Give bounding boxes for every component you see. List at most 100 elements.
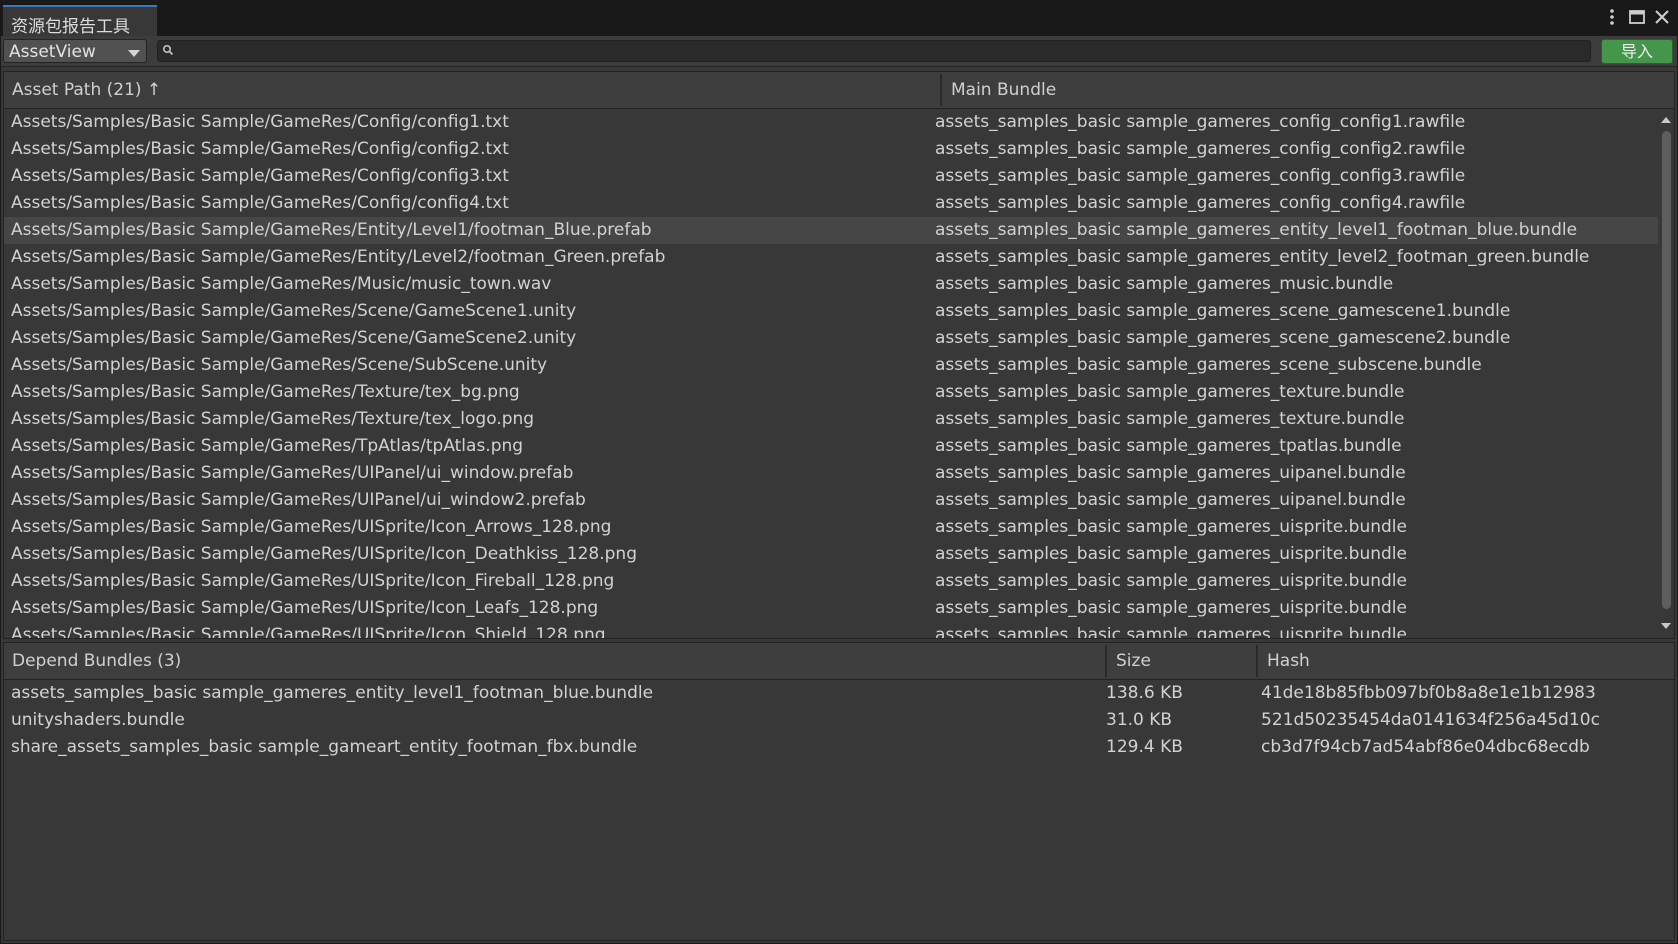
import-button[interactable]: 导入 (1601, 39, 1673, 64)
asset-path-cell: Assets/Samples/Basic Sample/GameRes/Conf… (11, 112, 509, 132)
toolbar: AssetView 导入 (1, 36, 1677, 67)
asset-path-cell: Assets/Samples/Basic Sample/GameRes/Conf… (11, 166, 509, 186)
depend-bundle-cell: unityshaders.bundle (11, 710, 185, 730)
table-row[interactable]: Assets/Samples/Basic Sample/GameRes/Conf… (4, 136, 1658, 163)
table-row[interactable]: Assets/Samples/Basic Sample/GameRes/Conf… (4, 109, 1658, 136)
asset-path-cell: Assets/Samples/Basic Sample/GameRes/Conf… (11, 193, 509, 213)
column-resize-handle[interactable] (940, 74, 942, 106)
size-cell: 31.0 KB (1106, 710, 1173, 730)
window-tab-title: 资源包报告工具 (11, 17, 130, 37)
table-row[interactable]: Assets/Samples/Basic Sample/GameRes/Musi… (4, 271, 1658, 298)
table-row[interactable]: Assets/Samples/Basic Sample/GameRes/UISp… (4, 541, 1658, 568)
main-bundle-cell: assets_samples_basic sample_gameres_conf… (935, 139, 1466, 159)
column-size[interactable]: Size (1108, 643, 1256, 679)
asset-path-cell: Assets/Samples/Basic Sample/GameRes/Scen… (11, 328, 577, 348)
tab-bar: 资源包报告工具 (1, 1, 1677, 37)
main-bundle-cell: assets_samples_basic sample_gameres_uisp… (935, 544, 1407, 564)
main-bundle-cell: assets_samples_basic sample_gameres_enti… (935, 220, 1578, 240)
table-row[interactable]: Assets/Samples/Basic Sample/GameRes/UISp… (4, 595, 1658, 622)
table-row[interactable]: assets_samples_basic sample_gameres_enti… (4, 680, 1674, 707)
search-field[interactable] (157, 40, 1591, 63)
asset-path-cell: Assets/Samples/Basic Sample/GameRes/Conf… (11, 139, 509, 159)
asset-path-cell: Assets/Samples/Basic Sample/GameRes/TpAt… (11, 436, 524, 456)
depend-table-header: Depend Bundles (3) Size Hash (4, 643, 1674, 680)
column-asset-path[interactable]: Asset Path (21) ↑ (4, 72, 941, 108)
scroll-up-icon[interactable] (1661, 117, 1671, 123)
chevron-down-icon (128, 50, 140, 57)
main-bundle-cell: assets_samples_basic sample_gameres_text… (935, 382, 1405, 402)
table-row[interactable]: Assets/Samples/Basic Sample/GameRes/Scen… (4, 325, 1658, 352)
main-bundle-cell: assets_samples_basic sample_gameres_scen… (935, 328, 1511, 348)
column-resize-handle[interactable] (1256, 645, 1258, 677)
main-bundle-cell: assets_samples_basic sample_gameres_enti… (935, 247, 1590, 267)
table-row[interactable]: Assets/Samples/Basic Sample/GameRes/TpAt… (4, 433, 1658, 460)
table-row[interactable]: Assets/Samples/Basic Sample/GameRes/Enti… (4, 244, 1658, 271)
asset-path-cell: Assets/Samples/Basic Sample/GameRes/Text… (11, 382, 520, 402)
hash-cell: cb3d7f94cb7ad54abf86e04dbc68ecdb (1261, 737, 1590, 757)
asset-path-cell: Assets/Samples/Basic Sample/GameRes/UISp… (11, 544, 637, 564)
vertical-scrollbar[interactable] (1658, 109, 1674, 636)
main-bundle-cell: assets_samples_basic sample_gameres_uipa… (935, 490, 1406, 510)
table-row[interactable]: Assets/Samples/Basic Sample/GameRes/UIPa… (4, 487, 1658, 514)
search-input[interactable] (180, 41, 1584, 63)
main-bundle-cell: assets_samples_basic sample_gameres_uisp… (935, 571, 1407, 591)
asset-path-cell: Assets/Samples/Basic Sample/GameRes/UISp… (11, 517, 612, 537)
asset-path-cell: Assets/Samples/Basic Sample/GameRes/Musi… (11, 274, 552, 294)
asset-path-cell: Assets/Samples/Basic Sample/GameRes/Scen… (11, 301, 577, 321)
column-resize-handle[interactable] (1105, 645, 1107, 677)
main-bundle-cell: assets_samples_basic sample_gameres_scen… (935, 301, 1511, 321)
table-row[interactable]: unityshaders.bundle 31.0 KB 521d50235454da… (4, 707, 1674, 734)
main-bundle-cell: assets_samples_basic sample_gameres_uisp… (935, 625, 1407, 639)
main-bundle-cell: assets_samples_basic sample_gameres_conf… (935, 112, 1466, 132)
depend-bundle-cell: share_assets_samples_basic sample_gamear… (11, 737, 638, 757)
size-cell: 129.4 KB (1106, 737, 1183, 757)
column-hash[interactable]: Hash (1259, 643, 1669, 679)
main-bundle-cell: assets_samples_basic sample_gameres_text… (935, 409, 1405, 429)
main-bundle-cell: assets_samples_basic sample_gameres_conf… (935, 193, 1466, 213)
asset-path-cell: Assets/Samples/Basic Sample/GameRes/UIPa… (11, 463, 574, 483)
asset-path-cell: Assets/Samples/Basic Sample/GameRes/Enti… (11, 220, 652, 240)
vertical-dots-icon[interactable] (1602, 7, 1622, 27)
asset-path-cell: Assets/Samples/Basic Sample/GameRes/UISp… (11, 625, 606, 639)
asset-path-cell: Assets/Samples/Basic Sample/GameRes/UIPa… (11, 490, 586, 510)
close-icon[interactable] (1652, 7, 1672, 27)
view-mode-dropdown[interactable]: AssetView (3, 39, 147, 63)
asset-path-cell: Assets/Samples/Basic Sample/GameRes/UISp… (11, 598, 599, 618)
main-bundle-cell: assets_samples_basic sample_gameres_tpat… (935, 436, 1402, 456)
asset-table: Asset Path (21) ↑ Main Bundle Assets/Sam… (3, 71, 1675, 639)
table-row[interactable]: Assets/Samples/Basic Sample/GameRes/UISp… (4, 622, 1658, 639)
table-row[interactable]: share_assets_samples_basic sample_gamear… (4, 734, 1674, 761)
main-bundle-cell: assets_samples_basic sample_gameres_musi… (935, 274, 1394, 294)
table-row[interactable]: Assets/Samples/Basic Sample/GameRes/Conf… (4, 163, 1658, 190)
depend-bundle-cell: assets_samples_basic sample_gameres_enti… (11, 683, 654, 703)
table-row[interactable]: Assets/Samples/Basic Sample/GameRes/Conf… (4, 190, 1658, 217)
maximize-icon[interactable] (1627, 7, 1647, 27)
main-bundle-cell: assets_samples_basic sample_gameres_uisp… (935, 517, 1407, 537)
hash-cell: 521d50235454da0141634f256a45d10c (1261, 710, 1600, 730)
main-bundle-cell: assets_samples_basic sample_gameres_uipa… (935, 463, 1406, 483)
scroll-down-icon[interactable] (1661, 623, 1671, 629)
main-bundle-cell: assets_samples_basic sample_gameres_conf… (935, 166, 1466, 186)
asset-path-cell: Assets/Samples/Basic Sample/GameRes/UISp… (11, 571, 615, 591)
table-row[interactable]: Assets/Samples/Basic Sample/GameRes/UISp… (4, 514, 1658, 541)
asset-path-cell: Assets/Samples/Basic Sample/GameRes/Text… (11, 409, 535, 429)
table-row[interactable]: Assets/Samples/Basic Sample/GameRes/Scen… (4, 298, 1658, 325)
main-bundle-cell: assets_samples_basic sample_gameres_uisp… (935, 598, 1407, 618)
table-row[interactable]: Assets/Samples/Basic Sample/GameRes/Text… (4, 406, 1658, 433)
size-cell: 138.6 KB (1106, 683, 1183, 703)
main-bundle-cell: assets_samples_basic sample_gameres_scen… (935, 355, 1482, 375)
table-row[interactable]: Assets/Samples/Basic Sample/GameRes/UISp… (4, 568, 1658, 595)
scrollbar-thumb[interactable] (1662, 131, 1671, 609)
search-icon (162, 43, 174, 61)
depend-bundles-table: Depend Bundles (3) Size Hash assets_samp… (3, 642, 1675, 941)
table-row[interactable]: Assets/Samples/Basic Sample/GameRes/Enti… (4, 217, 1658, 244)
table-row[interactable]: Assets/Samples/Basic Sample/GameRes/Text… (4, 379, 1658, 406)
asset-table-header: Asset Path (21) ↑ Main Bundle (4, 72, 1674, 109)
column-depend-bundles[interactable]: Depend Bundles (3) (4, 643, 1106, 679)
table-row[interactable]: Assets/Samples/Basic Sample/GameRes/Scen… (4, 352, 1658, 379)
column-main-bundle[interactable]: Main Bundle (943, 72, 1663, 108)
hash-cell: 41de18b85fbb097bf0b8a8e1e1b12983 (1261, 683, 1596, 703)
report-window: 资源包报告工具 AssetView 导入 Asset Path (21) ↑ M… (0, 0, 1678, 944)
table-row[interactable]: Assets/Samples/Basic Sample/GameRes/UIPa… (4, 460, 1658, 487)
window-tab[interactable]: 资源包报告工具 (3, 5, 157, 37)
